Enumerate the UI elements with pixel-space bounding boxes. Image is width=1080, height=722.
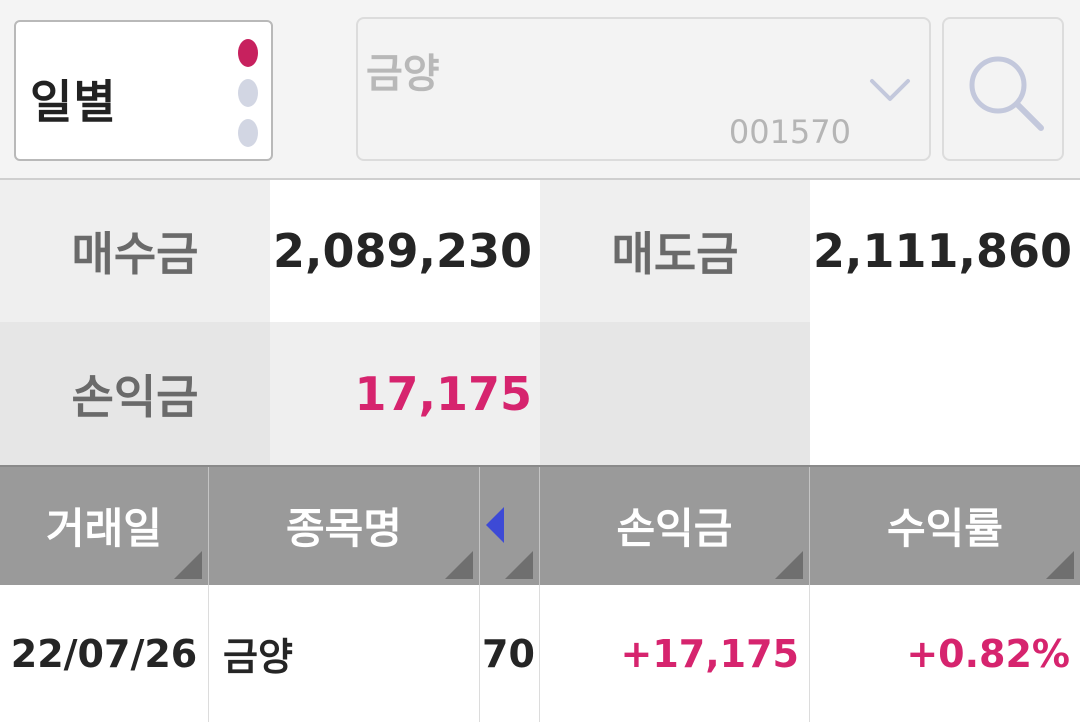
top-toolbar: 일별 금양 001570 <box>0 0 1080 180</box>
buy-amount-label: 매수금 <box>0 180 270 322</box>
period-selector-button[interactable]: 일별 <box>14 20 273 161</box>
column-header-label: 종목명 <box>286 503 402 553</box>
table-header: 거래일 종목명 손익금 수익률 <box>0 465 1080 587</box>
column-header-quantity[interactable] <box>480 467 540 587</box>
sort-corner-icon <box>445 551 473 579</box>
cell-quantity: 70 <box>480 585 540 722</box>
column-header-label: 손익금 <box>616 503 733 553</box>
profit-label: 손익금 <box>0 322 270 465</box>
page-indicator-dot-active <box>238 39 258 67</box>
chevron-down-icon <box>870 79 910 101</box>
column-header-rate[interactable]: 수익률 <box>810 467 1080 587</box>
search-icon <box>969 56 1044 131</box>
cell-date: 22/07/26 <box>0 585 209 722</box>
sort-corner-icon <box>1046 551 1074 579</box>
cell-rate: +0.82% <box>906 631 1070 676</box>
sort-corner-icon <box>505 551 533 579</box>
empty-cell <box>810 322 1080 465</box>
sort-corner-icon <box>174 551 202 579</box>
stock-name: 금양 <box>366 51 440 97</box>
sort-corner-icon <box>775 551 803 579</box>
empty-cell <box>540 322 810 465</box>
column-header-label: 거래일 <box>46 503 162 553</box>
column-header-profit[interactable]: 손익금 <box>540 467 810 587</box>
triangle-left-icon[interactable] <box>486 507 504 543</box>
profit-value: 17,175 <box>270 322 540 465</box>
column-header-name[interactable]: 종목명 <box>209 467 480 587</box>
table-row[interactable]: 22/07/26 금양 70 +17,175 +0.82% <box>0 585 1080 722</box>
buy-amount-value: 2,089,230 <box>270 180 540 322</box>
sell-amount-label: 매도금 <box>540 180 810 322</box>
page-indicator-dot <box>238 119 258 147</box>
cell-stock-name: 금양 <box>209 585 480 722</box>
page-indicator-dot <box>238 79 258 107</box>
search-button[interactable] <box>942 17 1064 161</box>
stock-code: 001570 <box>728 113 851 151</box>
column-header-date[interactable]: 거래일 <box>0 467 209 587</box>
period-label: 일별 <box>30 75 117 129</box>
cell-profit: +17,175 <box>540 585 810 722</box>
column-header-label: 수익률 <box>887 503 1003 553</box>
stock-selector[interactable]: 금양 001570 <box>356 17 931 161</box>
sell-amount-value: 2,111,860 <box>810 180 1080 322</box>
trade-summary: 매수금 2,089,230 매도금 2,111,860 손익금 17,175 <box>0 180 1080 465</box>
